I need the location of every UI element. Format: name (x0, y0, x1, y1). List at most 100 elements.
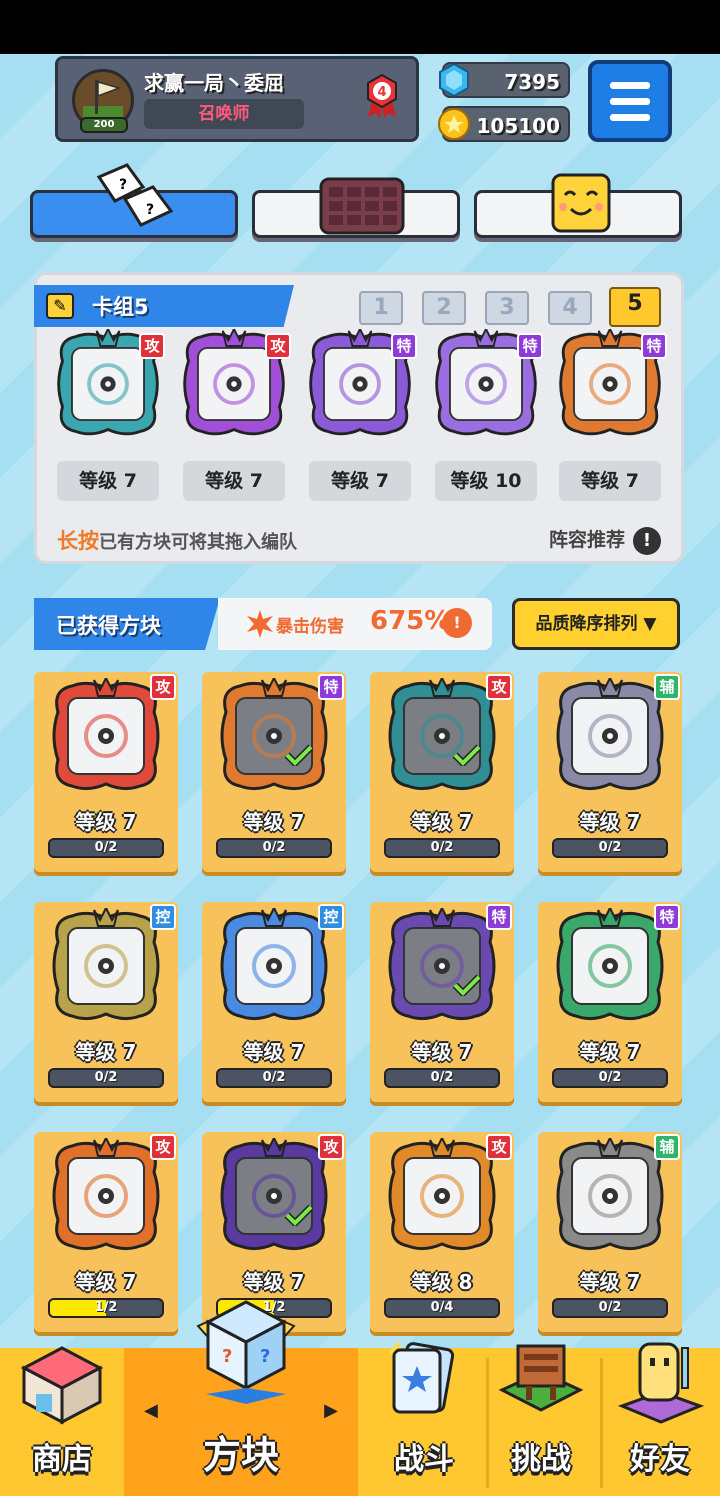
tab-emote[interactable] (474, 173, 682, 238)
deck-slot-2[interactable]: 2 (422, 291, 466, 325)
nav-challenge[interactable]: 挑战 (482, 1344, 600, 1496)
nav-shop[interactable]: 商店 (0, 1346, 124, 1496)
nav-next-icon[interactable]: ▶ (324, 1400, 338, 1421)
deck-card[interactable]: 攻 (53, 326, 165, 439)
upgrade-progress-bar: 0/2 (384, 1068, 500, 1088)
upgrade-progress-text: 0/2 (262, 1070, 286, 1085)
block-type-tag: 特 (391, 333, 417, 359)
block-art (52, 905, 160, 1021)
deck-title[interactable]: ✎ 卡组5 (34, 285, 294, 327)
coins-value: 105100 (476, 114, 561, 138)
block-level: 等级 7 (579, 1270, 641, 1294)
upgrade-progress-text: 0/2 (94, 840, 118, 855)
block-type-tag: 特 (517, 333, 543, 359)
block-level: 等级 7 (75, 1270, 137, 1294)
deck-slot-4[interactable]: 4 (548, 291, 592, 325)
nav-blocks[interactable]: ? ? ◀ ▶ 方块 (124, 1300, 358, 1496)
block-level: 等级 7 (75, 810, 137, 834)
block-type-tag: 攻 (265, 333, 291, 359)
owned-block-card[interactable]: 攻 等级 7 1/2 (34, 1132, 178, 1332)
owned-block-card[interactable]: 辅 等级 7 0/2 (538, 1132, 682, 1332)
svg-text:?: ? (260, 1346, 270, 1367)
player-profile[interactable]: 200 求赢一局丶委屈 召唤师 4 (55, 56, 419, 142)
block-level: 等级 7 (243, 1270, 305, 1294)
rank-badge-icon[interactable]: 4 (364, 73, 400, 119)
upgrade-progress-bar: 0/2 (384, 838, 500, 858)
block-type-tag: 控 (318, 904, 344, 930)
owned-block-card[interactable]: 特 等级 7 0/2 (202, 672, 346, 872)
sort-button[interactable]: 品质降序排列 ▼ (512, 598, 680, 650)
block-art (388, 905, 496, 1021)
deck-card[interactable]: 特 (555, 326, 667, 439)
upgrade-progress-bar: 0/2 (48, 838, 164, 858)
owned-block-card[interactable]: 辅 等级 7 0/2 (538, 672, 682, 872)
block-art (220, 675, 328, 791)
deck-slot-3[interactable]: 3 (485, 291, 529, 325)
owned-block-card[interactable]: 攻 等级 8 0/4 (370, 1132, 514, 1332)
nav-prev-icon[interactable]: ◀ (144, 1400, 158, 1421)
block-type-tag: 攻 (318, 1134, 344, 1160)
block-type-tag: 特 (654, 904, 680, 930)
svg-text:4: 4 (377, 85, 386, 100)
pencil-icon: ✎ (46, 293, 74, 319)
tab-dice[interactable]: ? ? (30, 163, 238, 238)
block-art (52, 1135, 160, 1251)
info-icon[interactable]: ! (442, 608, 472, 638)
block-level: 等级 7 (75, 1040, 137, 1064)
upgrade-progress-bar: 0/4 (384, 1298, 500, 1318)
owned-block-card[interactable]: 攻 等级 7 0/2 (34, 672, 178, 872)
menu-button[interactable] (588, 60, 672, 142)
owned-blocks-title: 已获得方块 (34, 598, 220, 650)
coins-counter[interactable]: 105100 (438, 106, 570, 142)
deck-card-level: 等级 7 (559, 461, 661, 501)
block-type-tag: 辅 (654, 674, 680, 700)
deck-card-level: 等级 7 (57, 461, 159, 501)
owned-block-card[interactable]: 控 等级 7 0/2 (34, 902, 178, 1102)
owned-block-card[interactable]: 特 等级 7 0/2 (370, 902, 514, 1102)
block-art (388, 675, 496, 791)
owned-block-card[interactable]: 特 等级 7 0/2 (538, 902, 682, 1102)
block-art (52, 675, 160, 791)
block-art (220, 905, 328, 1021)
check-icon (284, 744, 314, 766)
upgrade-progress-bar: 0/2 (552, 838, 668, 858)
deck-card[interactable]: 特 (305, 326, 417, 439)
deck-card-level: 等级 7 (309, 461, 411, 501)
upgrade-progress-text: 1/2 (94, 1300, 118, 1315)
crit-value: 675% (370, 606, 451, 636)
gems-counter[interactable]: 7395 (439, 62, 570, 98)
block-art (220, 1135, 328, 1251)
tab-board[interactable] (252, 177, 460, 238)
check-icon (452, 974, 482, 996)
deck-card[interactable]: 攻 (179, 326, 291, 439)
deck-hint: 长按已有方块可将其拖入编队 (57, 529, 297, 553)
block-type-tag: 辅 (654, 1134, 680, 1160)
block-level: 等级 7 (243, 810, 305, 834)
owned-block-card[interactable]: 控 等级 7 0/2 (202, 902, 346, 1102)
lineup-recommend-button[interactable]: 阵容推荐! (549, 525, 661, 555)
smiley-icon (551, 173, 611, 233)
deck-card-level: 等级 10 (435, 461, 537, 501)
board-icon (319, 177, 405, 235)
upgrade-progress-bar: 0/2 (552, 1068, 668, 1088)
bottom-nav: 商店 ? ? ◀ ▶ 方块 战斗 挑战 好友 (0, 1300, 720, 1496)
block-type-tag: 特 (486, 904, 512, 930)
block-art (388, 1135, 496, 1251)
deck-slot-1[interactable]: 1 (359, 291, 403, 325)
block-art (556, 675, 664, 791)
nav-friends[interactable]: 好友 (600, 1342, 720, 1496)
owned-block-card[interactable]: 攻 等级 7 0/2 (370, 672, 514, 872)
deck-card[interactable]: 特 (431, 326, 543, 439)
crit-damage-panel[interactable]: 暴击伤害 675% ! (218, 598, 492, 650)
upgrade-progress-text: 0/2 (94, 1070, 118, 1085)
deck-slot-5[interactable]: 5 (609, 287, 661, 327)
status-bar (0, 0, 720, 54)
block-type-tag: 攻 (486, 1134, 512, 1160)
block-level: 等级 7 (411, 1040, 473, 1064)
upgrade-progress-text: 0/2 (598, 1070, 622, 1085)
player-name: 求赢一局丶委屈 (144, 71, 284, 95)
upgrade-progress-text: 0/2 (598, 840, 622, 855)
block-type-tag: 攻 (150, 1134, 176, 1160)
nav-battle[interactable]: 战斗 (362, 1341, 486, 1496)
block-level: 等级 7 (579, 810, 641, 834)
